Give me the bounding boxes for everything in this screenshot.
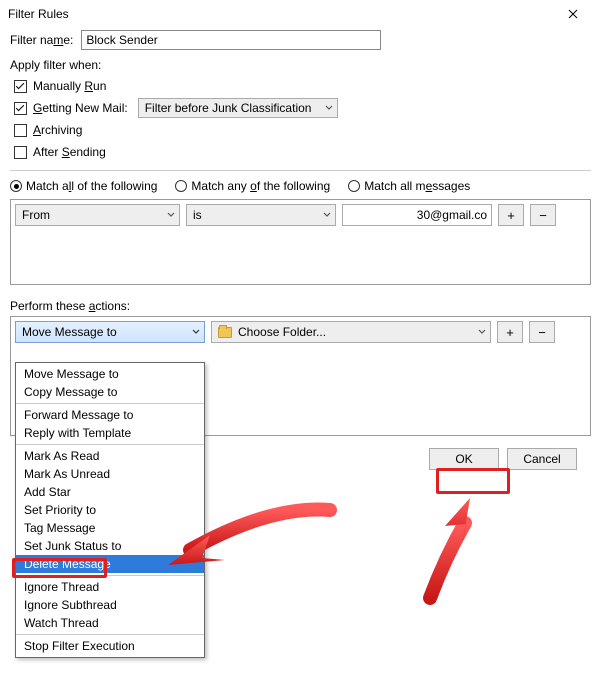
condition-row: From is + − (15, 204, 586, 226)
conditions-list: From is + − (10, 199, 591, 285)
getting-new-mail-label: Getting New Mail: (33, 101, 128, 115)
menu-item[interactable]: Copy Message to (16, 383, 204, 401)
menu-item[interactable]: Add Star (16, 483, 204, 501)
action-type-value: Move Message to (22, 325, 117, 339)
action-type-dropdown[interactable]: Move Message toCopy Message to Forward Me… (15, 362, 205, 658)
menu-item[interactable]: Delete Message (16, 555, 204, 573)
annotation-ok-highlight (436, 468, 510, 494)
after-sending-row: After Sending (14, 142, 591, 162)
condition-value-input[interactable] (342, 204, 492, 226)
getting-new-mail-row: Getting New Mail: Filter before Junk Cla… (14, 98, 591, 118)
condition-operator-value: is (193, 208, 202, 222)
menu-item[interactable]: Forward Message to (16, 406, 204, 424)
close-button[interactable] (553, 4, 593, 24)
match-all-following-radio[interactable] (10, 180, 22, 192)
condition-field-value: From (22, 208, 50, 222)
filter-name-label: Filter name: (10, 33, 73, 47)
menu-item[interactable]: Tag Message (16, 519, 204, 537)
match-all-following-label: Match all of the following (26, 179, 157, 193)
match-all-messages-label: Match all messages (364, 179, 470, 193)
after-sending-checkbox[interactable] (14, 146, 27, 159)
manually-run-checkbox[interactable] (14, 80, 27, 93)
condition-operator-select[interactable]: is (186, 204, 336, 226)
choose-folder-select[interactable]: Choose Folder... (211, 321, 491, 343)
remove-action-button[interactable]: − (529, 321, 555, 343)
filter-timing-value: Filter before Junk Classification (145, 101, 312, 115)
menu-item[interactable]: Set Priority to (16, 501, 204, 519)
menu-item[interactable]: Move Message to (16, 365, 204, 383)
match-any-following-label: Match any of the following (191, 179, 330, 193)
chevron-down-icon (478, 329, 486, 335)
menu-item[interactable]: Mark As Unread (16, 465, 204, 483)
manually-run-row: Manually Run (14, 76, 591, 96)
close-icon (568, 9, 578, 19)
match-mode-row: Match all of the following Match any of … (10, 179, 591, 193)
after-sending-label: After Sending (33, 145, 106, 159)
add-condition-button[interactable]: + (498, 204, 524, 226)
menu-item[interactable]: Mark As Read (16, 447, 204, 465)
menu-item[interactable]: Reply with Template (16, 424, 204, 442)
annotation-arrow-ok (390, 498, 530, 618)
folder-icon (218, 327, 232, 338)
match-all-following-option[interactable]: Match all of the following (10, 179, 157, 193)
remove-condition-button[interactable]: − (530, 204, 556, 226)
choose-folder-label: Choose Folder... (238, 325, 326, 339)
action-row: Move Message to Choose Folder... + − (15, 321, 586, 343)
chevron-down-icon (325, 105, 333, 111)
ok-button[interactable]: OK (429, 448, 499, 470)
match-any-following-radio[interactable] (175, 180, 187, 192)
add-action-button[interactable]: + (497, 321, 523, 343)
window-title: Filter Rules (8, 7, 69, 21)
apply-filter-label: Apply filter when: (10, 58, 591, 72)
condition-field-select[interactable]: From (15, 204, 180, 226)
filter-name-row: Filter name: (10, 30, 591, 50)
match-all-messages-option[interactable]: Match all messages (348, 179, 470, 193)
perform-actions-label: Perform these actions: (10, 299, 591, 313)
archiving-checkbox[interactable] (14, 124, 27, 137)
manually-run-label: Manually Run (33, 79, 106, 93)
chevron-down-icon (323, 212, 331, 218)
menu-item[interactable]: Stop Filter Execution (16, 637, 204, 655)
archiving-row: Archiving (14, 120, 591, 140)
title-bar: Filter Rules (0, 0, 601, 26)
menu-item[interactable]: Ignore Subthread (16, 596, 204, 614)
menu-item[interactable]: Ignore Thread (16, 578, 204, 596)
menu-item[interactable]: Set Junk Status to (16, 537, 204, 555)
getting-new-mail-checkbox[interactable] (14, 102, 27, 115)
chevron-down-icon (192, 329, 200, 335)
archiving-label: Archiving (33, 123, 82, 137)
filter-timing-select[interactable]: Filter before Junk Classification (138, 98, 338, 118)
cancel-button[interactable]: Cancel (507, 448, 577, 470)
chevron-down-icon (167, 212, 175, 218)
menu-item[interactable]: Watch Thread (16, 614, 204, 632)
action-type-select[interactable]: Move Message to (15, 321, 205, 343)
match-all-messages-radio[interactable] (348, 180, 360, 192)
filter-name-input[interactable] (81, 30, 381, 50)
divider (10, 170, 591, 171)
match-any-following-option[interactable]: Match any of the following (175, 179, 330, 193)
